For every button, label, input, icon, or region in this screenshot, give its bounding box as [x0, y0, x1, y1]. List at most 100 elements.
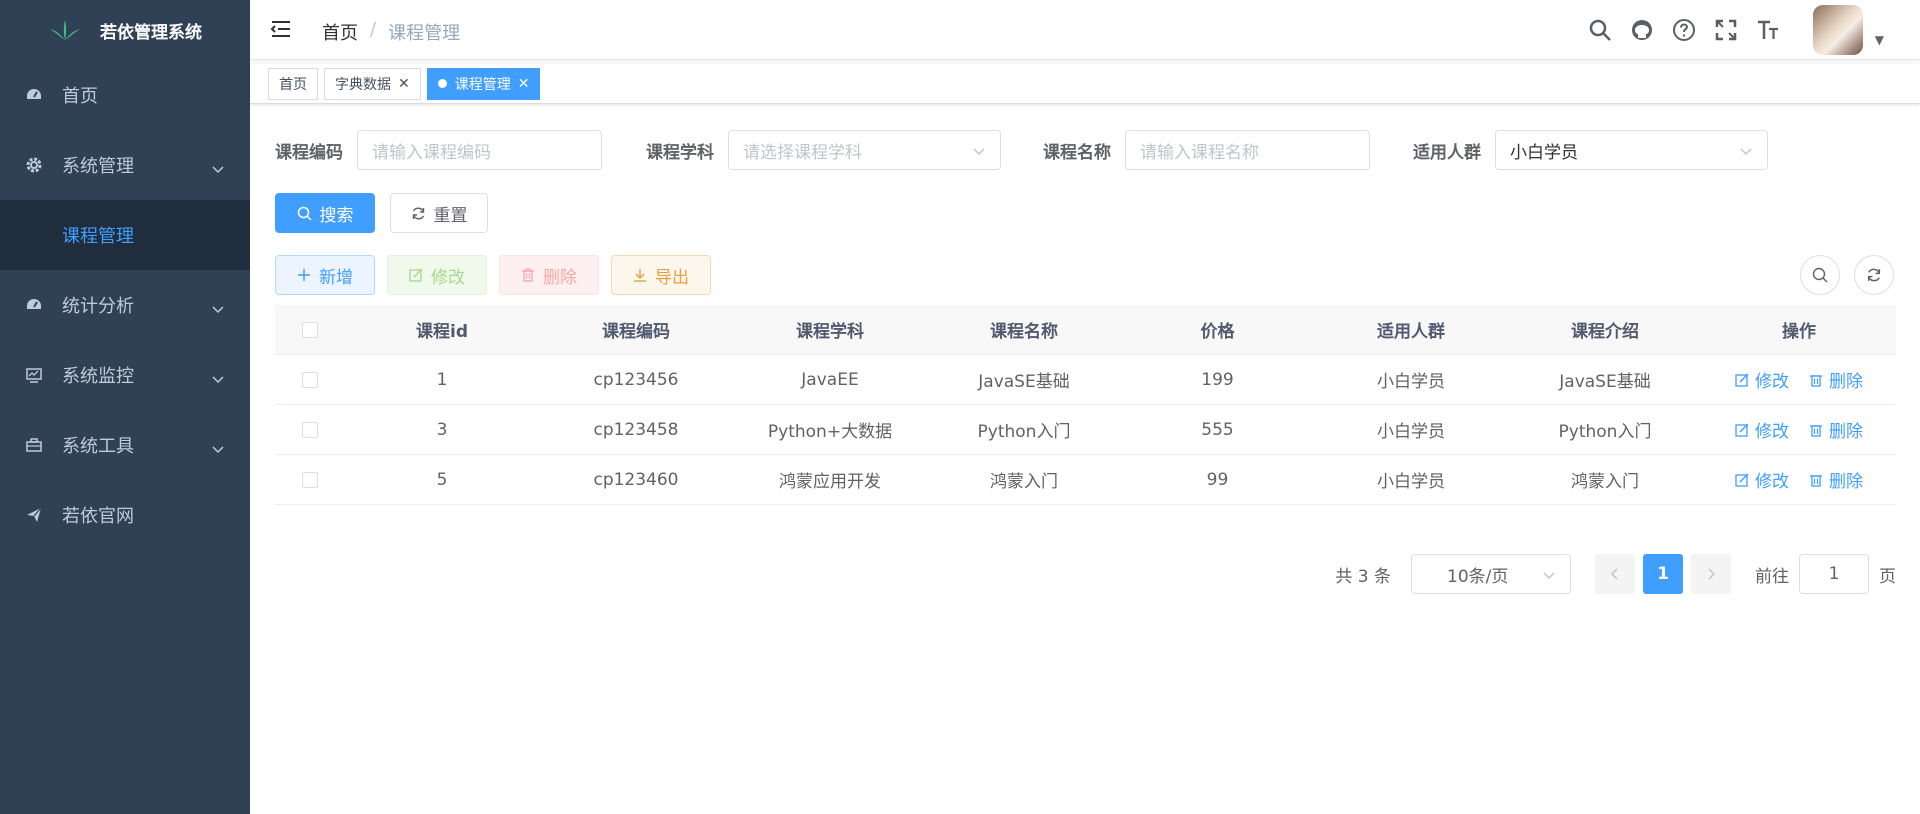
sidebar-item-statistics[interactable]: 统计分析	[0, 270, 250, 340]
table-row[interactable]: 5 cp123460 鸿蒙应用开发 鸿蒙入门 99 小白学员 鸿蒙入门 修改 删…	[275, 455, 1896, 505]
sidebar-item-label: 首页	[62, 86, 98, 107]
breadcrumb-separator: /	[370, 19, 377, 40]
fullscreen-icon[interactable]	[1713, 17, 1739, 43]
sidebar-item-label: 系统管理	[62, 156, 134, 177]
chevron-right-icon	[1708, 568, 1716, 580]
next-page-button[interactable]	[1691, 554, 1731, 594]
sidebar-item-label: 若依官网	[62, 506, 134, 527]
form-item-crowd: 适用人群 小白学员	[1413, 130, 1768, 170]
add-button[interactable]: 新增	[275, 255, 375, 295]
cell-intro: Python入门	[1558, 422, 1652, 442]
cell-id: 3	[436, 419, 448, 440]
paper-plane-icon	[24, 505, 44, 525]
subject-label: 课程学科	[646, 142, 714, 163]
close-icon[interactable]: ✕	[398, 76, 410, 92]
tag-dict-data[interactable]: 字典数据 ✕	[324, 67, 421, 100]
row-checkbox[interactable]	[302, 421, 318, 438]
row-delete-label: 删除	[1829, 422, 1863, 442]
caret-down-icon[interactable]: ▼	[1875, 33, 1884, 47]
row-edit-button[interactable]: 修改	[1735, 417, 1789, 442]
table-row[interactable]: 3 cp123458 Python+大数据 Python入门 555 小白学员 …	[275, 405, 1896, 455]
page-size-select[interactable]: 10条/页	[1411, 554, 1571, 594]
form-item-code: 课程编码 请输入课程编码	[275, 130, 602, 170]
row-checkbox[interactable]	[302, 371, 318, 388]
prev-page-button[interactable]	[1595, 554, 1635, 594]
cell-subject: Python+大数据	[767, 422, 893, 442]
refresh-icon	[1867, 268, 1881, 282]
sidebar-item-monitor[interactable]: 系统监控	[0, 340, 250, 410]
pagination-total: 共 3 条	[1335, 566, 1391, 587]
page-number-current[interactable]: 1	[1643, 554, 1683, 594]
table-row[interactable]: 1 cp123456 JavaEE JavaSE基础 199 小白学员 Java…	[275, 355, 1896, 405]
edit-button-label: 修改	[431, 267, 465, 288]
cell-actions: 修改 删除	[1702, 467, 1896, 492]
edit-icon	[1735, 472, 1749, 487]
chevron-down-icon	[212, 298, 224, 319]
sidebar-item-system[interactable]: 系统管理	[0, 130, 250, 200]
row-delete-button[interactable]: 删除	[1809, 367, 1863, 392]
tag-home[interactable]: 首页	[268, 67, 318, 100]
font-size-icon[interactable]	[1755, 17, 1781, 43]
cell-crowd: 小白学员	[1377, 422, 1445, 442]
export-button-label: 导出	[655, 267, 689, 288]
row-delete-button[interactable]: 删除	[1809, 417, 1863, 442]
reset-button[interactable]: 重置	[390, 193, 488, 233]
logo[interactable]: 若依管理系统	[0, 0, 250, 60]
header-cell: 课程学科	[796, 322, 864, 342]
header-cell: 适用人群	[1377, 322, 1445, 342]
github-icon[interactable]	[1629, 17, 1655, 43]
goto-page-input[interactable]: 1	[1799, 554, 1869, 594]
tag-label: 课程管理	[454, 76, 511, 93]
chevron-down-icon	[1542, 567, 1556, 587]
cell-crowd: 小白学员	[1377, 472, 1445, 492]
question-icon[interactable]	[1671, 17, 1697, 43]
row-checkbox[interactable]	[302, 471, 318, 488]
sidebar-item-course[interactable]: 课程管理	[0, 200, 250, 270]
cell-code: cp123458	[593, 419, 679, 440]
sidebar-item-label: 系统监控	[62, 366, 134, 387]
trash-icon	[522, 268, 534, 282]
sidebar-item-home[interactable]: 首页	[0, 60, 250, 130]
cell-price: 199	[1201, 369, 1234, 390]
breadcrumb-home[interactable]: 首页	[322, 19, 358, 45]
row-edit-button[interactable]: 修改	[1735, 467, 1789, 492]
export-button[interactable]: 导出	[611, 255, 711, 295]
refresh-button[interactable]	[1854, 255, 1894, 295]
logo-icon	[47, 20, 83, 40]
delete-button[interactable]: 删除	[499, 255, 599, 295]
close-icon[interactable]: ✕	[518, 76, 530, 92]
tag-course-management[interactable]: 课程管理 ✕	[426, 67, 541, 100]
search-icon	[297, 206, 312, 221]
edit-button[interactable]: 修改	[387, 255, 487, 295]
row-delete-button[interactable]: 删除	[1809, 467, 1863, 492]
search-button[interactable]: 搜索	[275, 193, 375, 233]
chevron-down-icon	[212, 368, 224, 389]
search-form: 课程编码 请输入课程编码 课程学科 请选择课程学科 课程名称 请输入课程名称 适…	[275, 130, 1895, 170]
trash-icon	[1810, 374, 1822, 387]
select-all-checkbox[interactable]	[302, 321, 318, 338]
chevron-down-icon	[212, 438, 224, 459]
sidebar-item-label: 课程管理	[62, 226, 134, 247]
header-cell: 操作	[1782, 322, 1816, 342]
toggle-search-button[interactable]	[1800, 255, 1840, 295]
avatar[interactable]	[1812, 5, 1863, 55]
chevron-down-icon	[972, 143, 986, 163]
search-icon[interactable]	[1587, 17, 1613, 43]
navbar: 首页 / 课程管理 ▼	[250, 0, 1920, 60]
sidebar-item-tools[interactable]: 系统工具	[0, 410, 250, 480]
code-input[interactable]: 请输入课程编码	[357, 130, 602, 170]
crowd-select[interactable]: 小白学员	[1495, 130, 1768, 170]
monitor-icon	[24, 365, 44, 385]
subject-select[interactable]: 请选择课程学科	[728, 130, 1001, 170]
delete-button-label: 删除	[543, 267, 577, 288]
hamburger-icon[interactable]	[270, 19, 292, 39]
row-edit-label: 修改	[1755, 472, 1789, 492]
row-edit-button[interactable]: 修改	[1735, 367, 1789, 392]
refresh-icon	[412, 207, 424, 219]
name-input[interactable]: 请输入课程名称	[1125, 130, 1370, 170]
cell-id: 1	[436, 369, 448, 390]
cell-name: 鸿蒙入门	[990, 472, 1058, 492]
cell-name: JavaSE基础	[978, 372, 1070, 392]
header-cell: 课程名称	[990, 322, 1058, 342]
sidebar-item-website[interactable]: 若依官网	[0, 480, 250, 550]
